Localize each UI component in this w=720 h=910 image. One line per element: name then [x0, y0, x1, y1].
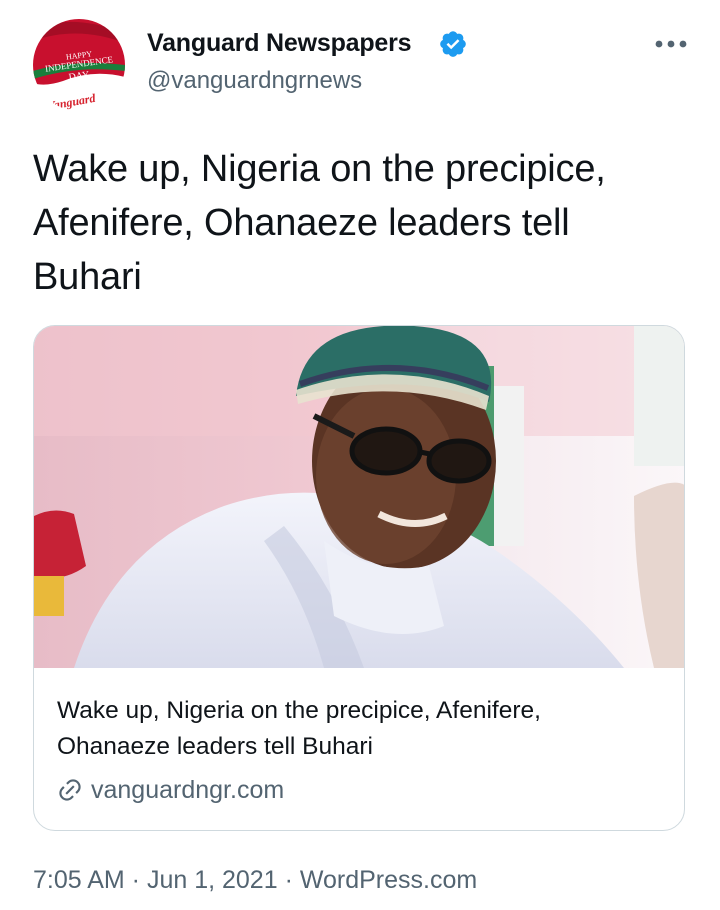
tweet: HAPPY INDEPENDENCE DAY FROM Vanguard Van…	[0, 0, 720, 910]
card-domain[interactable]: vanguardngr.com	[57, 772, 284, 808]
tweet-date[interactable]: Jun 1, 2021	[147, 866, 278, 894]
link-icon	[59, 779, 81, 801]
verified-badge-icon	[438, 29, 468, 59]
tweet-text: Wake up, Nigeria on the precipice, Afeni…	[33, 148, 606, 298]
more-options-button[interactable]	[650, 28, 692, 60]
tweet-meta: 7:05 AM · Jun 1, 2021 · WordPress.com	[33, 862, 477, 898]
card-image[interactable]	[34, 326, 684, 668]
card-domain-text: vanguardngr.com	[91, 776, 285, 804]
meta-separator: ·	[277, 866, 300, 894]
avatar[interactable]: HAPPY INDEPENDENCE DAY FROM Vanguard	[33, 19, 125, 111]
meta-separator: ·	[124, 866, 147, 894]
more-horizontal-icon	[655, 40, 687, 48]
card-title[interactable]: Wake up, Nigeria on the precipice, Afeni…	[57, 693, 657, 765]
author-display-name[interactable]: Vanguard Newspapers	[147, 26, 412, 60]
author-handle[interactable]: @vanguardngrnews	[147, 66, 362, 96]
avatar-brand-logo: Vanguard	[46, 90, 97, 111]
avatar-caption: HAPPY INDEPENDENCE DAY FROM Vanguard	[33, 19, 125, 111]
tweet-time[interactable]: 7:05 AM	[33, 866, 125, 894]
link-preview-card[interactable]: Wake up, Nigeria on the precipice, Afeni…	[33, 325, 685, 831]
card-photo	[34, 326, 684, 668]
tweet-source[interactable]: WordPress.com	[300, 866, 477, 894]
